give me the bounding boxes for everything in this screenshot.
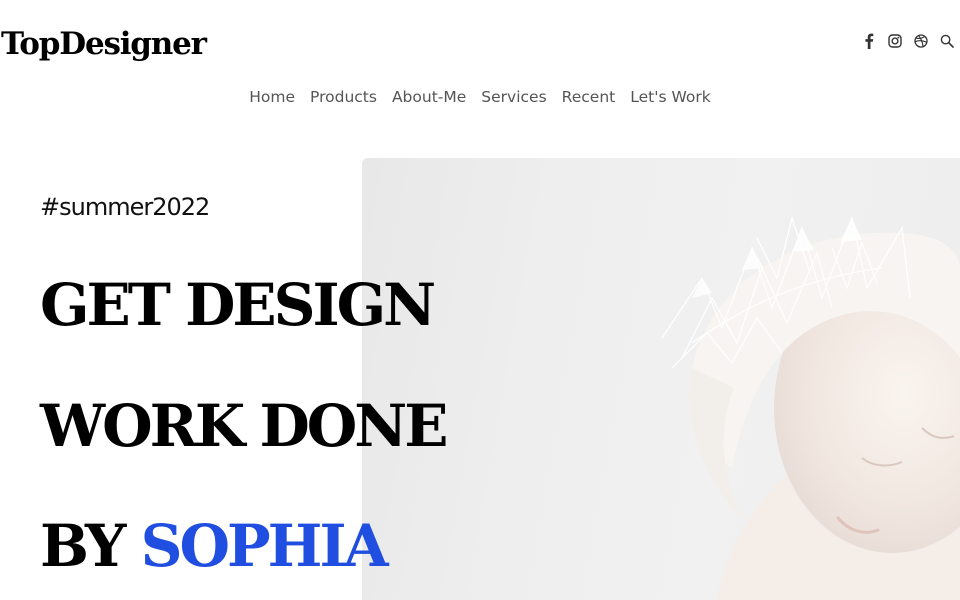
- social-icons: [856, 30, 960, 52]
- nav-item-lets-work[interactable]: Let's Work: [630, 85, 711, 109]
- nav-item-home[interactable]: Home: [249, 85, 295, 109]
- search-icon[interactable]: [934, 30, 960, 52]
- nav-item-products[interactable]: Products: [310, 85, 377, 109]
- hero-hashtag: #summer2022: [40, 193, 210, 221]
- hero-headline-prefix: BY: [40, 512, 126, 580]
- nav-item-recent[interactable]: Recent: [562, 85, 616, 109]
- hero-headline-name: SOPHIA: [140, 512, 389, 580]
- hero-headline-line-3: BY SOPHIA: [40, 511, 389, 581]
- site-logo[interactable]: TopDesigner: [1, 22, 207, 66]
- nav-item-about-me[interactable]: About-Me: [392, 85, 466, 109]
- nav-item-services[interactable]: Services: [481, 85, 546, 109]
- dribbble-icon[interactable]: [908, 30, 934, 52]
- hero-headline-line-2: WORK DONE: [40, 392, 449, 460]
- hero-headline-line-1: GET DESIGN: [40, 271, 436, 339]
- main-nav: Home Products About-Me Services Recent L…: [0, 85, 960, 109]
- facebook-icon[interactable]: [856, 30, 882, 52]
- instagram-icon[interactable]: [882, 30, 908, 52]
- hero-image: [362, 158, 960, 600]
